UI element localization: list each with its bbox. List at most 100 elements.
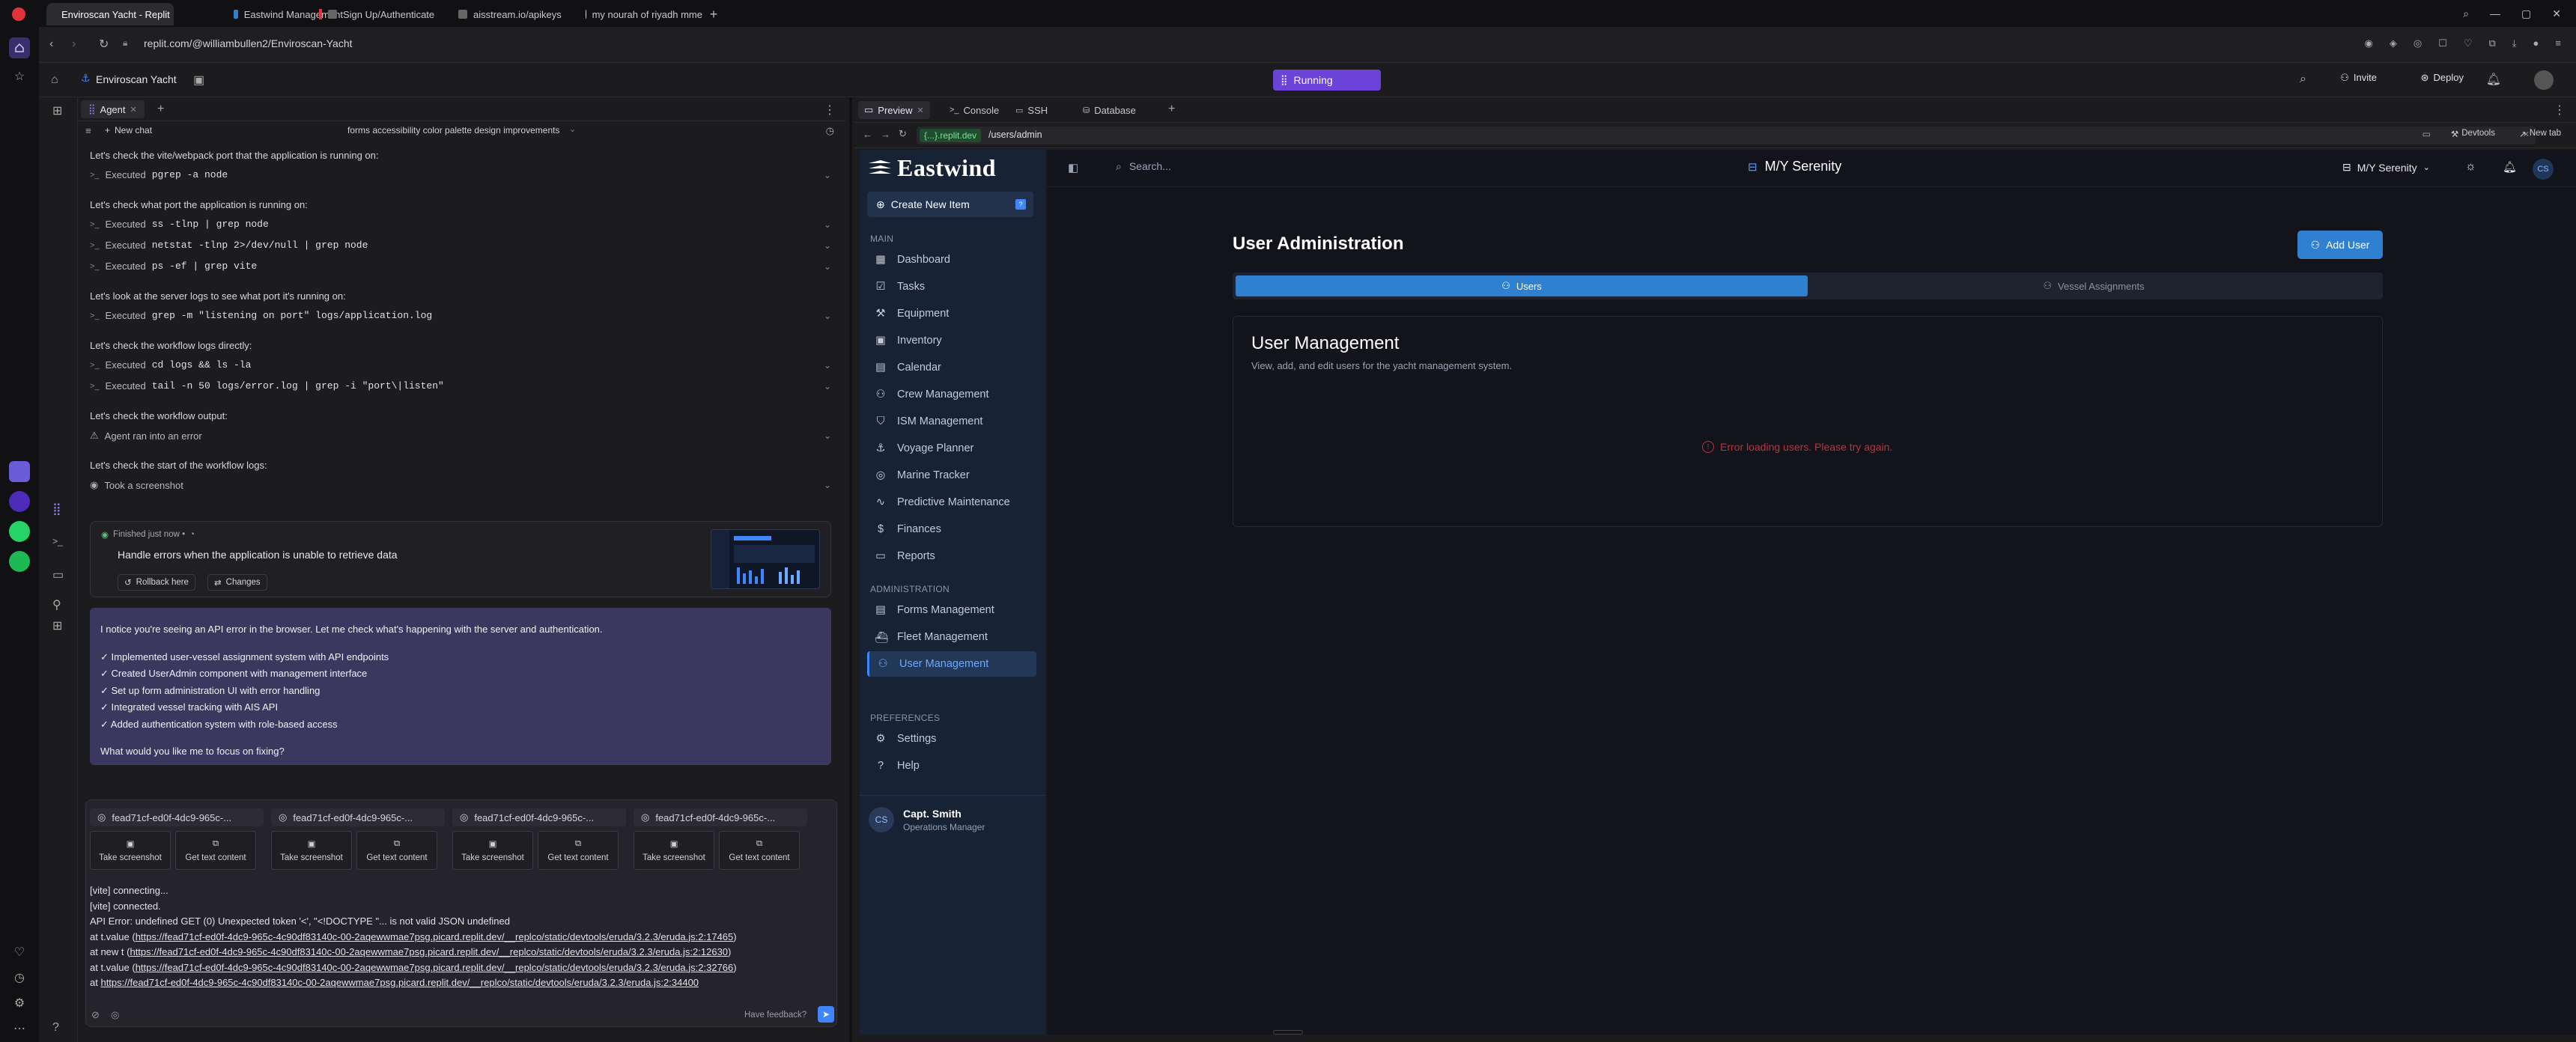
home-icon[interactable]: ⌂: [51, 73, 58, 87]
extensions-icon[interactable]: ⧉: [2489, 37, 2496, 49]
messenger-icon[interactable]: [9, 491, 30, 512]
maximize-icon[interactable]: ▢: [2521, 7, 2531, 20]
agent-error-row[interactable]: ⚠︎ Agent ran into an error ⌄: [90, 430, 831, 442]
project-name[interactable]: Enviroscan Yacht: [96, 73, 177, 85]
globe-icon[interactable]: ◎: [111, 1009, 119, 1021]
theme-toggle-icon[interactable]: ☼: [2465, 160, 2476, 174]
executed-command[interactable]: >_ Executed pgrep -a node ⌄: [90, 169, 831, 180]
back-icon[interactable]: ←: [863, 129, 872, 140]
reload-icon[interactable]: ↻: [899, 128, 907, 140]
take-screenshot-button[interactable]: ▣ Take screenshot: [452, 831, 533, 870]
sidebar-item-ism-management[interactable]: ⛉ ISM Management: [867, 409, 1036, 434]
more-icon[interactable]: ⋮: [824, 103, 836, 118]
profile-icon[interactable]: ●: [2533, 37, 2539, 49]
new-chat-button[interactable]: + New chat: [105, 125, 152, 135]
tab-users[interactable]: ⚇ Users: [1236, 275, 1808, 296]
sidebar-item-calendar[interactable]: ▤ Calendar: [867, 355, 1036, 380]
whatsapp-icon[interactable]: [9, 521, 30, 542]
avatar[interactable]: CS: [2533, 159, 2554, 180]
sidebar-item-crew-management[interactable]: ⚇ Crew Management: [867, 382, 1036, 407]
sidebar-item-marine-tracker[interactable]: ◎ Marine Tracker: [867, 463, 1036, 488]
bookmark-icon[interactable]: ☐: [2438, 37, 2447, 49]
apps-icon[interactable]: ⊞: [52, 618, 62, 633]
get-text-content-button[interactable]: ⧉ Get text content: [175, 831, 256, 870]
changes-button[interactable]: ⇄ Changes: [207, 574, 267, 591]
bell-icon[interactable]: 🔔︎: [2486, 72, 2501, 87]
close-icon[interactable]: ✕: [130, 105, 137, 115]
vessel-select[interactable]: ⊟ M/Y Serenity ⌄: [2342, 161, 2430, 174]
sidebar-item-fleet-management[interactable]: ⛴︎ Fleet Management: [867, 624, 1036, 650]
browser-tab-signup[interactable]: Sign Up/Authenticate: [310, 3, 445, 25]
forward-icon[interactable]: ›: [72, 37, 76, 51]
files-icon[interactable]: ⊞: [52, 103, 62, 118]
spotify-icon[interactable]: [9, 551, 30, 572]
sidebar-item-tasks[interactable]: ☑ Tasks: [867, 274, 1036, 299]
sidebar-item-settings[interactable]: ⚙ Settings: [867, 726, 1036, 752]
reload-icon[interactable]: ↻: [99, 37, 109, 52]
history-icon[interactable]: ◷: [9, 967, 30, 988]
user-profile[interactable]: CS Capt. Smith Operations Manager: [869, 807, 985, 832]
close-icon[interactable]: ✕: [917, 106, 924, 115]
sidebar-item-equipment[interactable]: ⚒ Equipment: [867, 301, 1036, 326]
browser-tab-nourah[interactable]: my nourah of riyadh mme: [577, 3, 711, 25]
more-icon[interactable]: ⋯: [9, 1018, 30, 1039]
tab-console[interactable]: >_ Console: [944, 101, 1005, 119]
executed-command[interactable]: >_ Executed cd logs && ls -la ⌄: [90, 359, 831, 371]
invite-button[interactable]: ⚇ Invite: [2340, 72, 2377, 84]
take-screenshot-button[interactable]: ▣ Take screenshot: [90, 831, 171, 870]
take-screenshot-button[interactable]: ▣ Take screenshot: [634, 831, 714, 870]
sidebar-item-help[interactable]: ? Help: [867, 753, 1036, 779]
tab-database[interactable]: ⛁ Database: [1077, 101, 1142, 119]
search-icon[interactable]: ⌕: [2463, 7, 2469, 20]
executed-command[interactable]: >_ Executed tail -n 50 logs/error.log | gr…: [90, 380, 831, 391]
stack-link[interactable]: https://fead71cf-ed0f-4dc9-965c-4c90df83…: [130, 946, 728, 957]
opera-logo-icon[interactable]: [12, 7, 25, 21]
pane-divider[interactable]: [849, 97, 852, 1042]
vpn-icon[interactable]: ◎: [2414, 37, 2422, 49]
history-clock-icon[interactable]: ◷: [826, 125, 834, 137]
preview-url-field[interactable]: {...}.replit.dev /users/admin ✕: [917, 127, 2536, 144]
brand[interactable]: Eastwind: [867, 154, 996, 182]
settings-icon[interactable]: ⚙: [9, 993, 30, 1014]
heart-icon[interactable]: ♡: [9, 942, 30, 963]
menu-icon[interactable]: ≡: [2555, 37, 2561, 49]
sidebar-item-dashboard[interactable]: ▦ Dashboard: [867, 247, 1036, 272]
executed-command[interactable]: >_ Executed ss -tlnp | grep node ⌄: [90, 219, 831, 230]
sidebar-item-finances[interactable]: $ Finances: [867, 517, 1036, 542]
sidebar-item-inventory[interactable]: ▣ Inventory: [867, 328, 1036, 353]
tab-ssh[interactable]: ▭ SSH: [1009, 101, 1054, 119]
chevron-down-icon[interactable]: ⌄: [569, 124, 576, 134]
take-screenshot-button[interactable]: ▣ Take screenshot: [271, 831, 352, 870]
feedback-link[interactable]: Have feedback?: [744, 1011, 806, 1020]
screenshot-thumbnail[interactable]: [711, 529, 820, 589]
get-text-content-button[interactable]: ⧉ Get text content: [719, 831, 800, 870]
camera-icon[interactable]: ◉: [2365, 37, 2373, 49]
grid-icon[interactable]: ⣿: [52, 502, 61, 517]
sidebar-item-predictive-maintenance[interactable]: ∿ Predictive Maintenance: [867, 490, 1036, 515]
back-icon[interactable]: ‹: [49, 37, 53, 51]
screen-icon[interactable]: ▭: [2422, 129, 2431, 139]
run-button[interactable]: ⣿ Running: [1273, 70, 1381, 91]
new-tab-icon[interactable]: +: [707, 7, 720, 22]
deploy-button[interactable]: ⊛ Deploy: [2421, 72, 2464, 84]
url-input[interactable]: replit.com/@williambullen2/Enviroscan-Ya…: [144, 37, 353, 49]
get-text-content-button[interactable]: ⧉ Get text content: [356, 831, 437, 870]
get-text-content-button[interactable]: ⧉ Get text content: [538, 831, 619, 870]
minimize-icon[interactable]: —: [2490, 7, 2500, 20]
aria-icon[interactable]: [9, 461, 30, 482]
domain-chip[interactable]: {...}.replit.dev: [920, 129, 982, 142]
sidebar-item-reports[interactable]: ▭ Reports: [867, 543, 1036, 569]
history-icon[interactable]: ≡: [85, 125, 91, 136]
help-icon[interactable]: ?: [52, 1021, 59, 1035]
url-path[interactable]: /users/admin: [988, 130, 1042, 140]
pasted-console-output[interactable]: [vite] connecting... [vite] connected. A…: [90, 883, 831, 996]
sidebar-item-forms-management[interactable]: ▤ Forms Management: [867, 597, 1036, 623]
rollback-button[interactable]: ↺ Rollback here: [118, 574, 195, 591]
create-new-item-button[interactable]: ⊕ Create New Item ?: [867, 192, 1033, 217]
tab-vessel-assignments[interactable]: ⚇ Vessel Assignments: [1808, 275, 2380, 296]
new-tab-button[interactable]: ↗ New tab: [2519, 129, 2561, 139]
browser-tab-aisstream[interactable]: aisstream.io/apikeys: [449, 3, 577, 25]
executed-command[interactable]: >_ Executed grep -m "listening on port" lo…: [90, 310, 831, 321]
shell-icon[interactable]: >_: [52, 536, 63, 546]
attach-icon[interactable]: ⊘: [91, 1009, 100, 1021]
